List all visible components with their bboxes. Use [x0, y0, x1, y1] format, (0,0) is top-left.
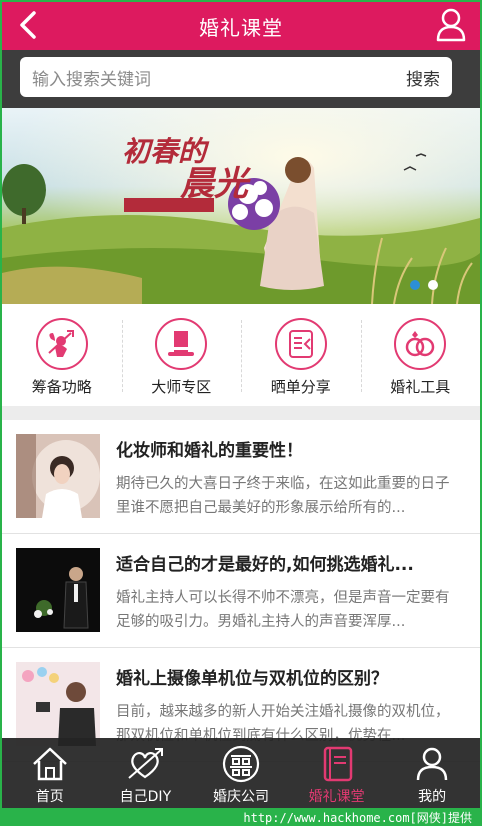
- cupid-icon: [35, 318, 88, 370]
- article-title: 婚礼上摄像单机位与双机位的区别？: [116, 669, 388, 689]
- category-label: 晒单分享: [270, 378, 331, 396]
- user-icon: [416, 747, 448, 781]
- tab-label: 首页: [35, 789, 64, 805]
- article-thumbnail: [16, 434, 100, 518]
- article-item[interactable]: 适合自己的才是最好的,如何挑选婚礼... 婚礼主持人可以长得不帅不漂亮，但是声音…: [2, 534, 480, 648]
- article-title: 化妆师和婚礼的重要性！: [116, 441, 303, 461]
- article-item[interactable]: 化妆师和婚礼的重要性！ 期待已久的大喜日子终于来临，在这如此重要的日子里谁不愿把…: [2, 420, 480, 534]
- article-description: 期待已久的大喜日子终于来临，在这如此重要的日子里谁不愿把自己最美好的形象展示给所…: [116, 476, 450, 516]
- home-icon: [32, 747, 67, 781]
- top-bar: 婚礼课堂: [2, 2, 480, 50]
- article-thumbnail: [16, 662, 100, 746]
- rings-icon: [394, 318, 447, 370]
- banner-carousel[interactable]: 初春的 晨光: [2, 108, 480, 304]
- bottom-tab-bar: 首页 自己DIY 婚庆公司 婚礼课堂 我的: [2, 738, 480, 810]
- category-label: 婚礼工具: [390, 378, 451, 396]
- tab-label: 我的: [418, 789, 447, 805]
- search-input[interactable]: 输入搜索关键词 搜索: [20, 57, 452, 97]
- heart-arrow-icon: [128, 748, 164, 779]
- search-button[interactable]: 搜索: [406, 65, 440, 90]
- double-happiness-icon: [222, 745, 260, 783]
- search-bar: 输入搜索关键词 搜索: [2, 50, 480, 108]
- section-divider: [2, 406, 480, 420]
- book-icon: [323, 746, 352, 782]
- tab-wedding-company[interactable]: 婚庆公司: [193, 738, 289, 810]
- banner-caption-2: 晨光: [180, 164, 248, 204]
- category-master-zone[interactable]: 大师专区: [121, 304, 242, 406]
- watermark-bar: http://www.hackhome.com[网侠]提供: [2, 808, 480, 826]
- user-icon[interactable]: [436, 8, 466, 42]
- category-tools[interactable]: 婚礼工具: [360, 304, 481, 406]
- carousel-indicator: [410, 280, 438, 290]
- article-description: 婚礼主持人可以长得不帅不漂亮，但是声音一定要有足够的吸引力。男婚礼主持人的声音要…: [116, 590, 450, 630]
- tab-wedding-class[interactable]: 婚礼课堂: [289, 738, 385, 810]
- category-prep-guide[interactable]: 筹备功略: [2, 304, 122, 406]
- tab-home[interactable]: 首页: [2, 738, 98, 810]
- category-share[interactable]: 晒单分享: [241, 304, 361, 406]
- carousel-dot[interactable]: [428, 280, 438, 290]
- article-thumbnail: [16, 548, 100, 632]
- category-label: 筹备功略: [31, 378, 92, 396]
- tab-label: 自己DIY: [119, 789, 172, 805]
- share-card-icon: [274, 318, 327, 370]
- search-placeholder[interactable]: 输入搜索关键词: [32, 65, 406, 90]
- chevron-left-icon[interactable]: [16, 10, 42, 40]
- tab-label: 婚礼课堂: [308, 789, 365, 805]
- article-title: 适合自己的才是最好的,如何挑选婚礼...: [116, 555, 414, 575]
- category-label: 大师专区: [151, 378, 212, 396]
- top-hat-icon: [155, 318, 208, 370]
- page-title: 婚礼课堂: [199, 15, 283, 40]
- carousel-dot[interactable]: [410, 280, 420, 290]
- banner-image: [2, 108, 480, 304]
- tab-label: 婚庆公司: [212, 789, 269, 805]
- tab-mine[interactable]: 我的: [384, 738, 480, 810]
- watermark-text: http://www.hackhome.com[网侠]提供: [243, 810, 472, 825]
- category-row: 筹备功略 大师专区 晒单分享 婚礼工具: [2, 304, 480, 406]
- tab-diy[interactable]: 自己DIY: [98, 738, 194, 810]
